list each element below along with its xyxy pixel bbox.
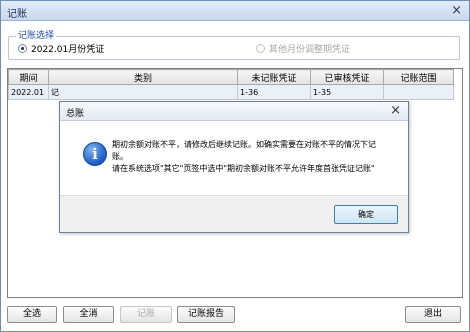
message-line-3: 请在系统选项"其它"页签中选中"期初余额对账不平允许年度首张凭证记账"	[112, 164, 375, 173]
cell-audited[interactable]: 1-35	[310, 84, 384, 100]
dialog-footer: 确定	[60, 195, 408, 232]
info-icon: i	[83, 142, 107, 166]
radio-current-period[interactable]: 2022.01月份凭证	[18, 42, 104, 55]
radio-unchecked-icon	[256, 44, 265, 53]
table-header-row: 期间 类别 未记账凭证 已审核凭证 记账范围	[8, 69, 454, 85]
radio-other-period: 其他月份调整期凭证	[256, 42, 350, 55]
message-line-1: 期初余额对账不平，请修改后继续记账。如确实需要在对账不平的情况下记	[112, 140, 376, 149]
cell-period[interactable]: 2022.01	[8, 84, 49, 100]
column-header-unposted[interactable]: 未记账凭证	[237, 69, 311, 85]
cell-category[interactable]: 记	[48, 84, 238, 100]
dialog-titlebar: 总账 ×	[60, 102, 408, 121]
column-header-period[interactable]: 期间	[8, 69, 49, 85]
dialog-title: 总账	[66, 109, 85, 119]
ok-button[interactable]: 确定	[334, 205, 398, 224]
general-ledger-dialog: 总账 × i 期初余额对账不平，请修改后继续记账。如确实需要在对账不平的情况下记…	[59, 101, 409, 233]
radio-checked-icon	[18, 44, 27, 53]
radio-other-period-label: 其他月份调整期凭证	[269, 45, 351, 55]
select-all-button[interactable]: 全选	[7, 306, 57, 323]
window-titlebar: 记账 ×	[1, 1, 469, 21]
cell-unposted[interactable]: 1-36	[237, 84, 311, 100]
cell-range[interactable]	[383, 84, 454, 100]
close-icon[interactable]: ×	[451, 3, 462, 18]
exit-button[interactable]: 退出	[405, 306, 461, 323]
message-line-2: 账。	[112, 152, 128, 161]
radio-current-period-label: 2022.01月份凭证	[31, 45, 105, 55]
voucher-table: 期间 类别 未记账凭证 已审核凭证 记账范围 2022.01 记 1-36 1-…	[8, 69, 454, 100]
dialog-close-icon[interactable]: ×	[390, 103, 401, 118]
column-header-range[interactable]: 记账范围	[383, 69, 454, 85]
dialog-message: 期初余额对账不平，请修改后继续记账。如确实需要在对账不平的情况下记 账。 请在系…	[112, 139, 402, 175]
posting-report-button[interactable]: 记账报告	[177, 306, 235, 323]
clear-all-button[interactable]: 全消	[63, 306, 114, 323]
column-header-category[interactable]: 类别	[48, 69, 238, 85]
column-header-audited[interactable]: 已审核凭证	[310, 69, 384, 85]
group-legend: 记账选择	[16, 28, 57, 41]
window-title: 记账	[7, 9, 27, 20]
post-button: 记账	[120, 306, 172, 323]
table-row[interactable]: 2022.01 记 1-36 1-35	[8, 84, 454, 100]
